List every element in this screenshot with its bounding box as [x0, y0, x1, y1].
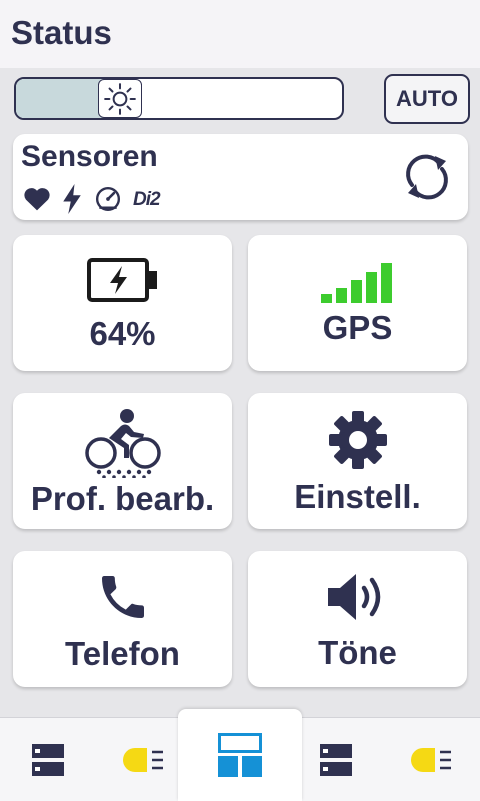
page-title: Status — [11, 14, 112, 51]
battery-tile[interactable]: 64% — [13, 235, 232, 371]
brightness-thumb[interactable] — [98, 79, 142, 118]
tab-data-screen-2[interactable] — [288, 718, 384, 801]
brightness-slider[interactable] — [14, 77, 344, 120]
sync-icon[interactable] — [402, 152, 452, 202]
heart-icon — [24, 188, 50, 211]
tab-data-screen-1[interactable] — [0, 718, 96, 801]
auto-brightness-button[interactable]: AUTO — [384, 74, 470, 124]
gps-label: GPS — [322, 308, 393, 346]
sounds-label: Töne — [318, 633, 397, 671]
phone-tile[interactable]: Telefon — [13, 551, 232, 687]
speedometer-icon — [95, 186, 121, 212]
profile-tile[interactable]: Prof. bearb. — [13, 393, 232, 529]
phone-icon — [101, 575, 144, 618]
settings-label: Einstell. — [294, 477, 421, 515]
sensors-title: Sensoren — [21, 140, 158, 173]
data-screen-icon — [32, 743, 64, 776]
header: Status — [0, 0, 480, 68]
sun-icon — [104, 82, 136, 115]
profile-label: Prof. bearb. — [30, 479, 215, 517]
headlight-icon — [411, 747, 451, 772]
bottom-tab-bar — [0, 709, 480, 801]
speaker-icon — [327, 573, 380, 620]
signal-bars-icon — [320, 262, 392, 303]
gear-icon — [328, 410, 387, 469]
data-screen-icon — [320, 743, 352, 776]
gps-tile[interactable]: GPS — [248, 235, 467, 371]
sensors-card[interactable]: Sensoren Di2 — [13, 134, 468, 220]
sensor-icons: Di2 — [23, 184, 161, 214]
cyclist-icon — [84, 408, 161, 478]
battery-icon — [86, 257, 157, 302]
battery-percent: 64% — [89, 314, 156, 352]
di2-icon: Di2 — [133, 188, 161, 210]
tab-headlight-2[interactable] — [384, 718, 480, 801]
headlight-icon — [123, 747, 163, 772]
bolt-icon — [63, 184, 81, 214]
phone-label: Telefon — [65, 634, 180, 672]
tab-status[interactable] — [178, 709, 302, 801]
sounds-tile[interactable]: Töne — [248, 551, 467, 687]
settings-tile[interactable]: Einstell. — [248, 393, 467, 529]
status-grid-icon — [218, 733, 262, 777]
